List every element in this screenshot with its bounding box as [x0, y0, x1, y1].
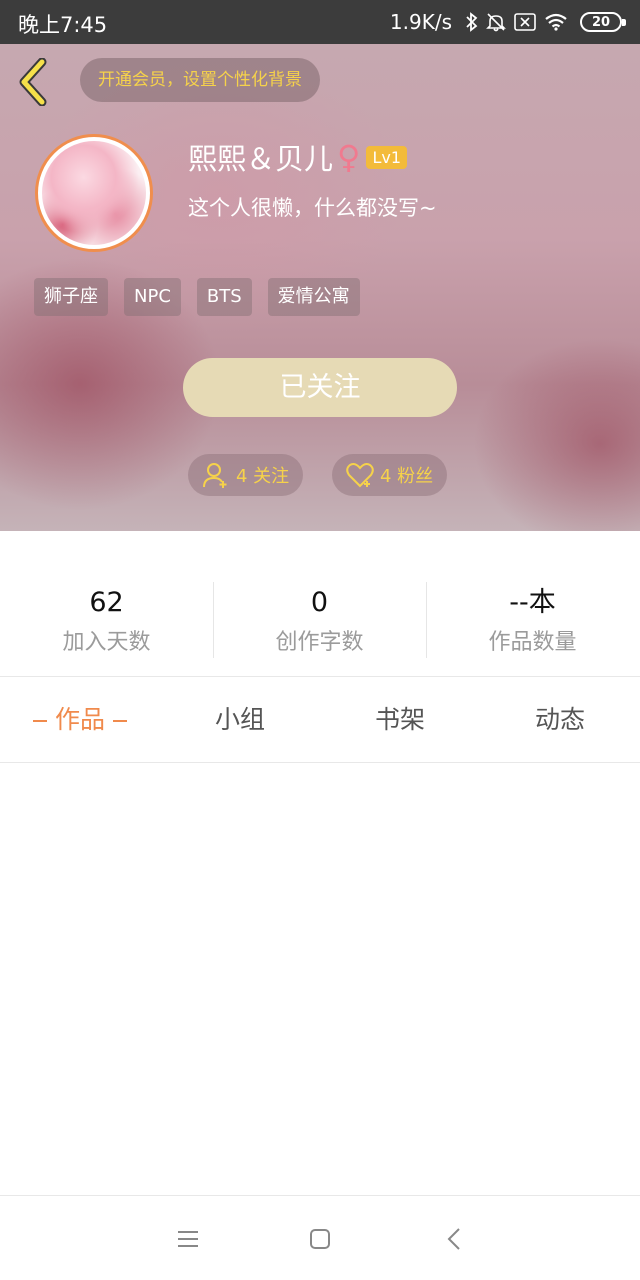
menu-icon[interactable]: [173, 1224, 203, 1254]
battery-level: 20: [591, 14, 611, 30]
status-time: 晚上7:45: [18, 13, 108, 37]
tag-list: 狮子座 NPC BTS 爱情公寓: [34, 278, 376, 316]
profile-header: 开通会员，设置个性化背景 熙熙＆贝儿 ♀ Lv1 这个人很懒，什么都没写~ 狮子…: [0, 44, 640, 531]
divider: [0, 762, 640, 763]
tab-indicator: [113, 720, 127, 722]
avatar-image: [42, 141, 146, 245]
mute-icon: [486, 13, 506, 32]
back-icon[interactable]: [440, 1224, 470, 1254]
tab-groups[interactable]: 小组: [160, 677, 320, 763]
tab-label: 动态: [534, 705, 585, 734]
battery-icon: 20: [580, 12, 626, 32]
heart-icon: [346, 463, 374, 488]
tag-item: NPC: [124, 278, 181, 316]
vip-background-prompt[interactable]: 开通会员，设置个性化背景: [80, 58, 320, 102]
stat-join-days: 62 加入天数: [0, 580, 213, 660]
user-add-icon: [203, 463, 227, 488]
status-icons: 1.9K/s 20: [389, 9, 626, 35]
network-speed: 1.9K/s: [389, 10, 452, 34]
tab-bookshelf[interactable]: 书架: [320, 677, 480, 763]
stat-label: 加入天数: [62, 630, 151, 655]
tag-item: 狮子座: [34, 278, 108, 316]
user-bio: 这个人很懒，什么都没写~: [188, 196, 437, 220]
fans-button[interactable]: 4 粉丝: [332, 454, 448, 496]
tag-item: 爱情公寓: [267, 278, 360, 316]
level-badge: Lv1: [366, 145, 408, 169]
tab-indicator: [32, 720, 47, 722]
tab-activity[interactable]: 动态: [480, 677, 640, 763]
wifi-icon: [545, 13, 567, 31]
stat-value: --本: [509, 587, 556, 618]
stat-value: 62: [89, 587, 124, 618]
stat-word-count: 0 创作字数: [213, 580, 426, 660]
username-row: 熙熙＆贝儿 ♀ Lv1: [188, 136, 408, 178]
user-stats: 62 加入天数 0 创作字数 --本 作品数量: [0, 580, 640, 660]
followed-button[interactable]: 已关注: [183, 358, 457, 417]
sim-off-icon: [514, 13, 536, 31]
tab-label: 作品: [54, 705, 105, 734]
avatar[interactable]: [35, 134, 153, 252]
home-icon[interactable]: [305, 1224, 335, 1254]
tab-label: 小组: [214, 705, 265, 734]
tag-item: BTS: [196, 278, 252, 316]
tab-works[interactable]: 作品: [0, 677, 160, 763]
tab-label: 书架: [374, 705, 425, 734]
status-bar: 晚上7:45 1.9K/s 20: [0, 0, 640, 44]
fans-count: 4 粉丝: [380, 466, 434, 487]
female-gender-icon: ♀: [337, 138, 361, 176]
bluetooth-icon: [466, 12, 478, 32]
stat-label: 创作字数: [275, 630, 364, 655]
profile-tabs: 作品 小组 书架 动态: [0, 677, 640, 763]
back-arrow-icon[interactable]: [16, 58, 52, 106]
stat-works-count: --本 作品数量: [426, 580, 639, 660]
stat-value: 0: [310, 587, 329, 618]
username: 熙熙＆贝儿: [188, 142, 334, 176]
stat-label: 作品数量: [488, 630, 577, 655]
following-count: 4 关注: [236, 466, 290, 487]
following-button[interactable]: 4 关注: [188, 454, 304, 496]
system-nav-bar: [0, 1195, 640, 1280]
